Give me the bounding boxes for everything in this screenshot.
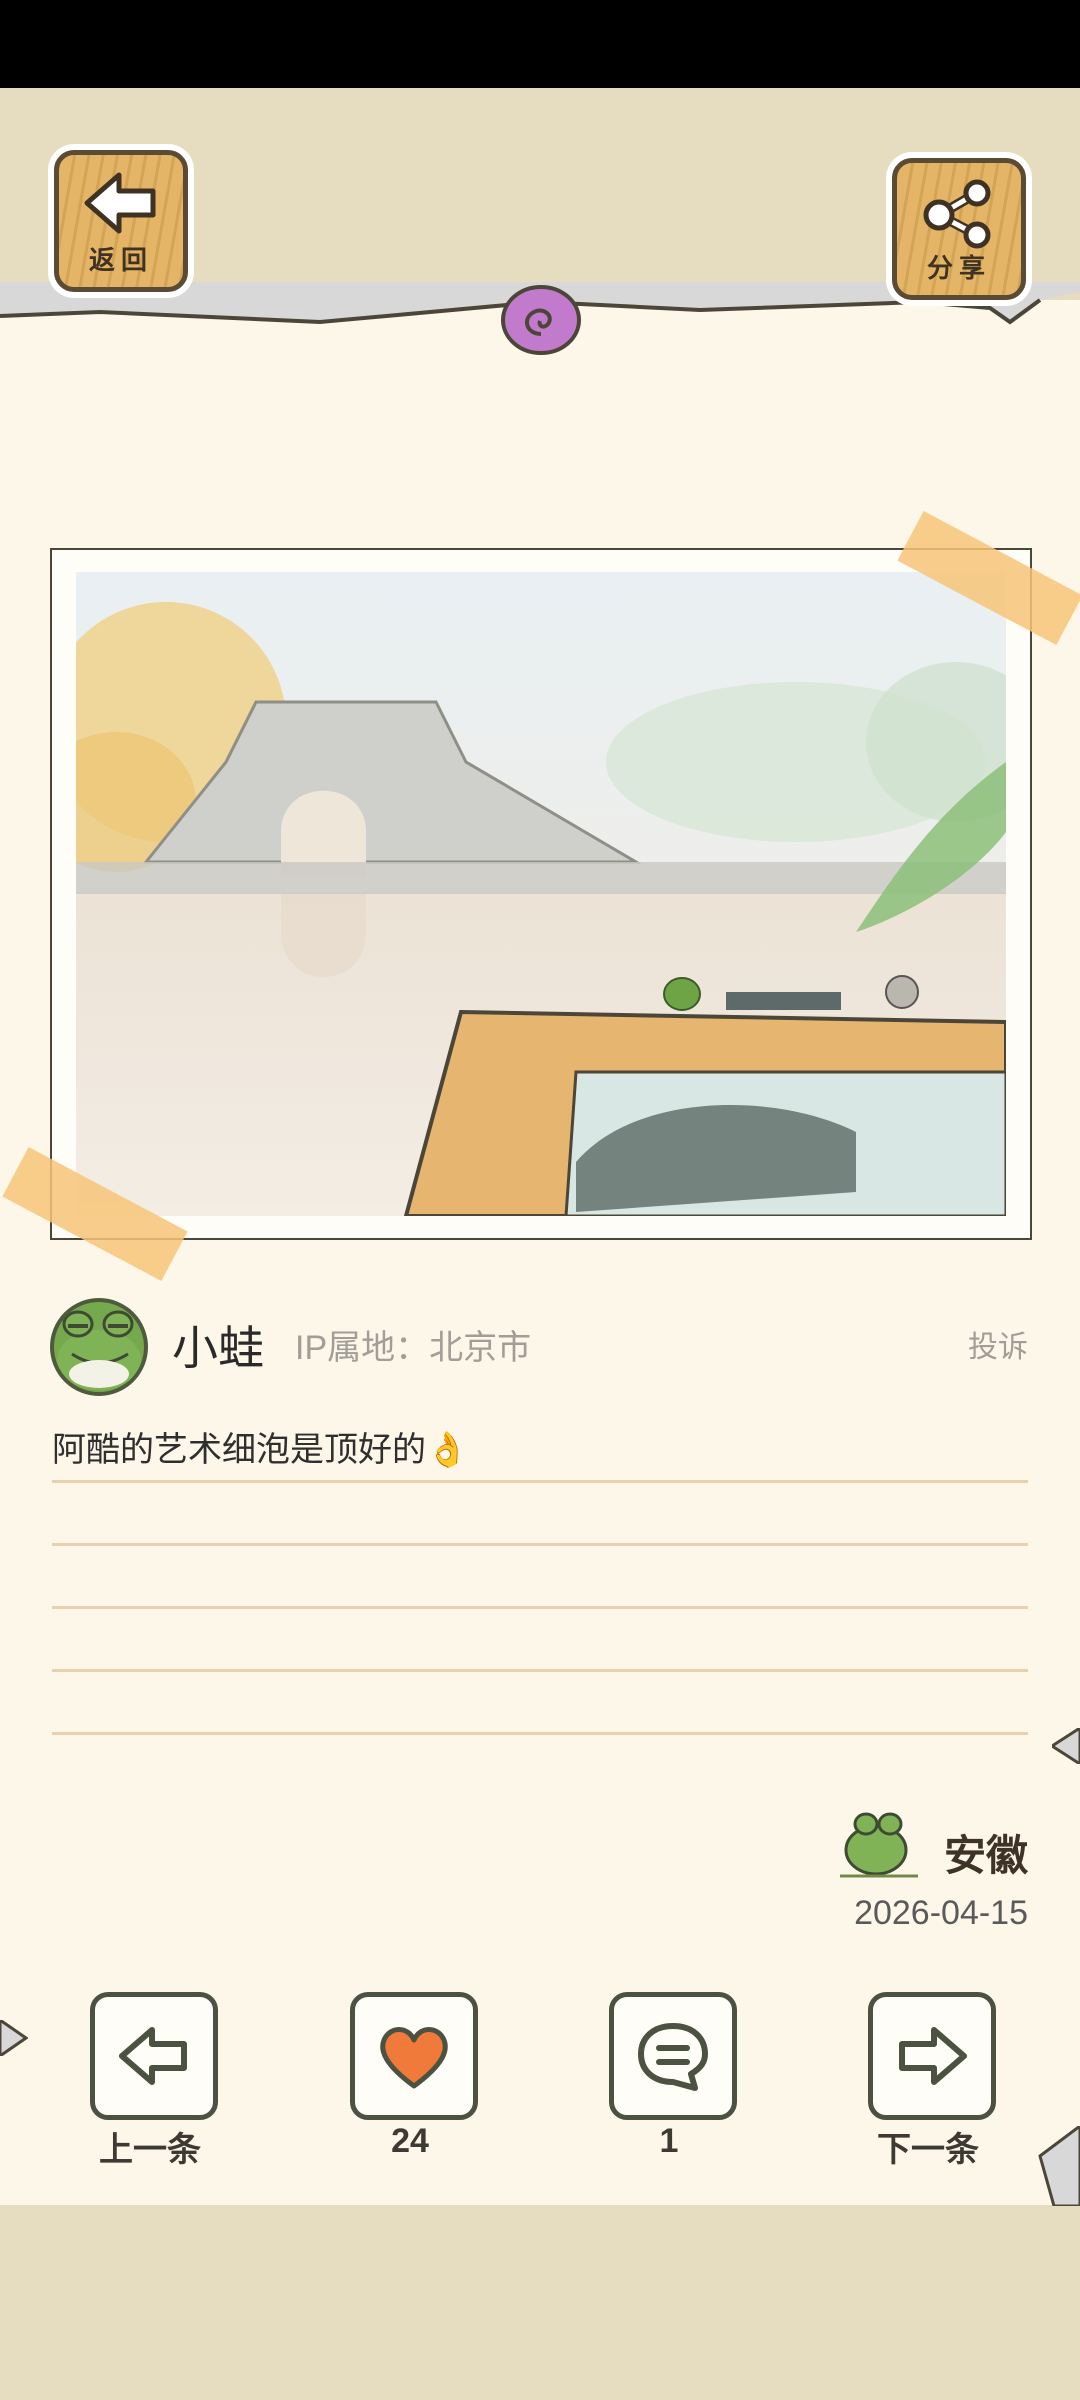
share-button[interactable]: 分享: [892, 158, 1026, 300]
like-button[interactable]: [350, 1992, 478, 2120]
speech-bubble-icon: [638, 2023, 708, 2091]
comment-button[interactable]: [609, 1992, 737, 2120]
prev-label: 上一条: [99, 2131, 201, 2169]
next-label: 下一条: [877, 2131, 979, 2169]
torn-corner-decoration: [1052, 1728, 1080, 1764]
back-button[interactable]: 返回: [54, 150, 188, 292]
post-photo[interactable]: [76, 572, 1006, 1216]
back-label: 返回: [88, 245, 153, 275]
share-icon: [923, 179, 991, 249]
ruled-line: [52, 1606, 1028, 1609]
avatar[interactable]: [50, 1298, 148, 1396]
prev-button[interactable]: [90, 1992, 218, 2120]
left-arrow-outline-icon: [119, 2027, 187, 2085]
left-arrow-icon: [84, 172, 156, 234]
ruled-line: [52, 1480, 1028, 1483]
signature-place: 安徽: [943, 1832, 1028, 1879]
ruled-line: [52, 1732, 1028, 1735]
post-text: 阿酷的艺术细泡是顶好的👌: [52, 1431, 469, 1469]
post-photo-frame: [50, 548, 1032, 1240]
likes-count: 24: [391, 2122, 429, 2160]
share-label: 分享: [926, 253, 991, 283]
comments-count: 1: [659, 2122, 679, 2160]
username[interactable]: 小蛙: [172, 1312, 264, 1378]
torn-corner-decoration: [1038, 2126, 1080, 2206]
status-bar: [0, 0, 1080, 88]
right-arrow-outline-icon: [899, 2027, 967, 2085]
heart-icon: [380, 2027, 448, 2089]
next-button[interactable]: [868, 1992, 996, 2120]
ip-location: IP属地：北京市: [295, 1329, 532, 1367]
ruled-line: [52, 1543, 1028, 1546]
torn-corner-decoration: [0, 2020, 28, 2056]
complain-link[interactable]: 投诉: [968, 1322, 1028, 1366]
ruled-line: [52, 1669, 1028, 1672]
post-date: 2026-04-15: [854, 1894, 1028, 1932]
snail-shell-icon: [501, 285, 581, 355]
frog-sitting-icon: [840, 1812, 918, 1878]
